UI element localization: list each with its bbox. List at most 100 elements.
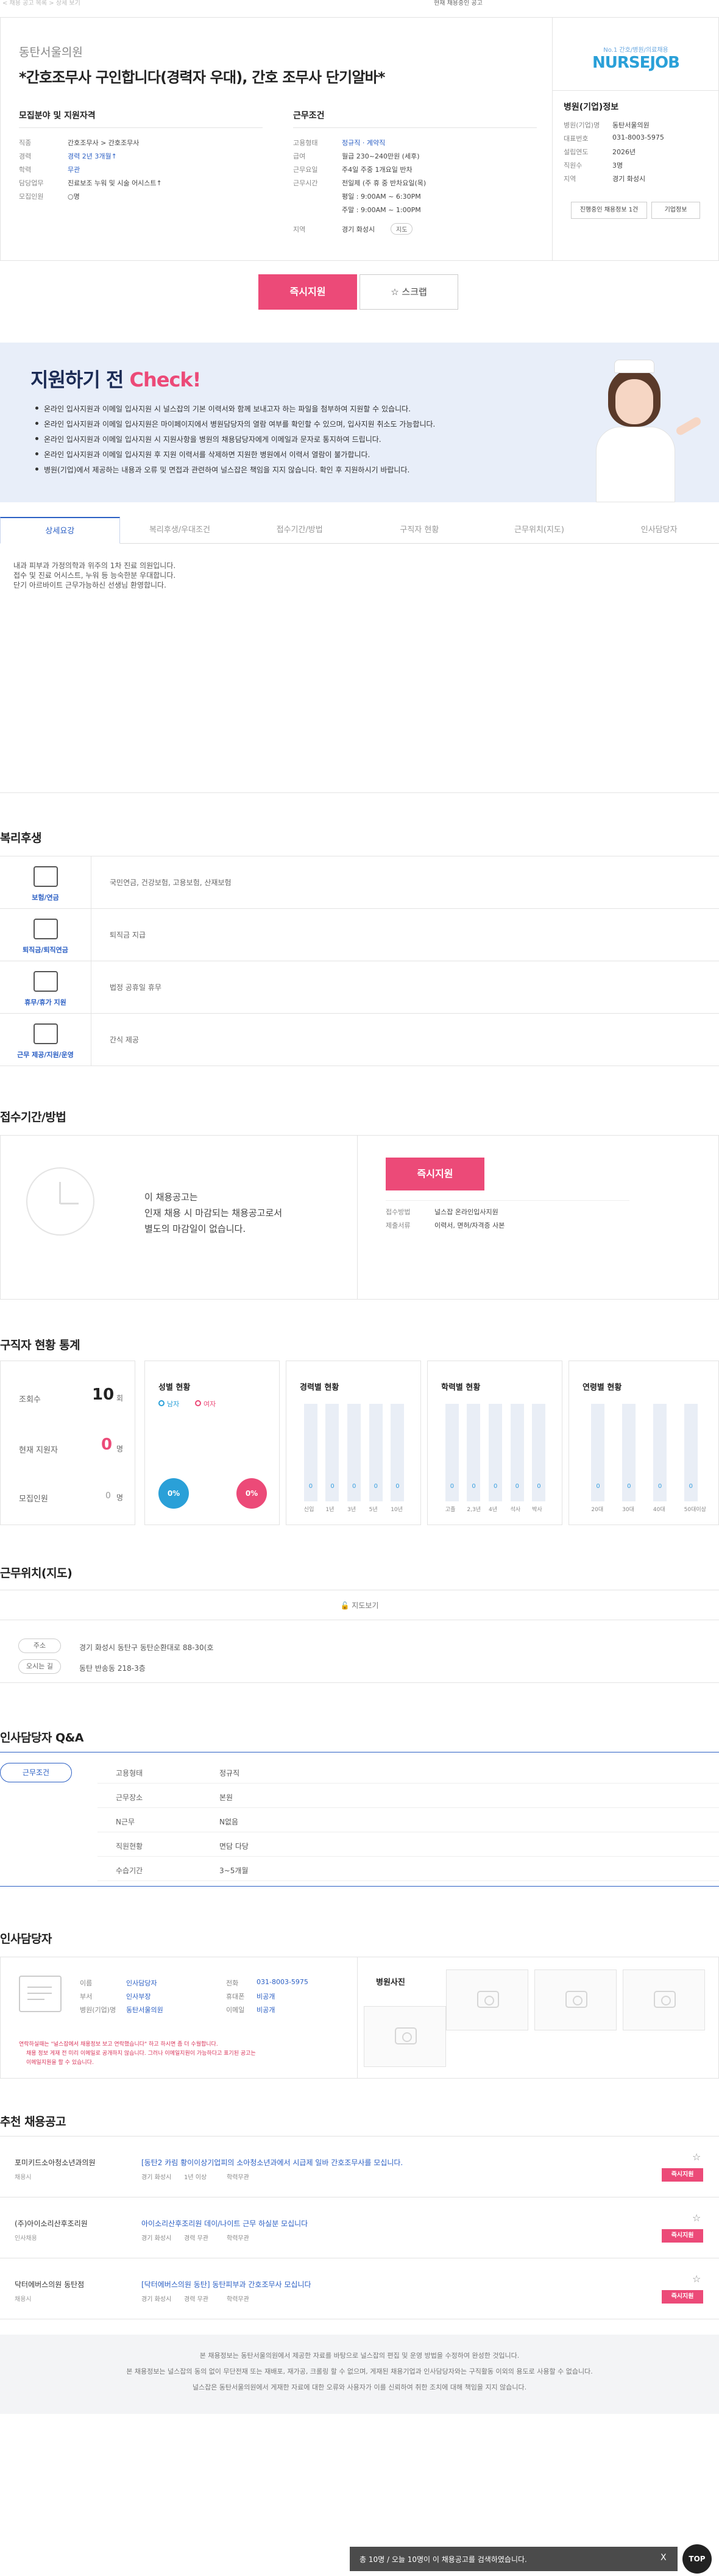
conditions-heading: 근무조건 bbox=[293, 109, 537, 128]
apply-button[interactable]: 즉시지원 bbox=[258, 274, 357, 310]
edu-stats: 학력별 현황 0 고졸 0 2,3년 0 4년 0 석사 0 박사 bbox=[427, 1361, 562, 1525]
star-icon[interactable]: ☆ bbox=[692, 2212, 701, 2224]
manager-row: 휴대폰 비공개 bbox=[226, 1990, 348, 2004]
manager-box: 이름 인사담당자 부서 인사부장 병원(기업)명 동탄서울의원 전화 031-8003-59… bbox=[0, 1957, 719, 2079]
recommend-type: 채용시 bbox=[15, 2174, 32, 2181]
photo-slot[interactable] bbox=[623, 1969, 705, 2030]
manager-value: 동탄서울의원 bbox=[126, 2006, 163, 2014]
map-toggle[interactable]: 🔓 지도보기 bbox=[0, 1590, 719, 1620]
hospital-name[interactable]: 동탄서울의원 bbox=[19, 43, 83, 60]
stat-value: 0 bbox=[515, 1483, 519, 1490]
tab-6[interactable]: 인사담당자 bbox=[599, 517, 719, 544]
recruit-key: 학력 bbox=[19, 166, 32, 174]
welfare-icon-cell: 근무 제공/지원/운영 bbox=[0, 1014, 91, 1066]
recruit-value: 무관 bbox=[68, 166, 80, 174]
condition-value: 전일제 (주 휴 중 반차요일(목) bbox=[342, 179, 427, 187]
tab-5[interactable]: 근무위치(지도) bbox=[479, 517, 600, 544]
qa-row: 고용형태 정규직 bbox=[97, 1760, 719, 1784]
welfare-text: 간식 제공 bbox=[110, 1036, 139, 1044]
scrap-button[interactable]: ☆ 스크랩 bbox=[360, 274, 458, 310]
tab-4[interactable]: 구직자 현황 bbox=[360, 517, 480, 544]
tab-1[interactable]: 상세요강 bbox=[0, 517, 120, 544]
period-apply-button[interactable]: 즉시지원 bbox=[386, 1158, 484, 1190]
check-item: 온라인 입사지원과 이메일 입사지원 시 지원사항을 병원의 채용담당자에게 이… bbox=[35, 434, 584, 449]
welfare-icon-cell: 보험/연금 bbox=[0, 856, 91, 909]
breadcrumb[interactable]: < 채용 공고 목록 > 상세 보기 bbox=[2, 0, 80, 7]
top-strip: < 채용 공고 목록 > 상세 보기 현재 채용중인 공고 bbox=[0, 0, 719, 7]
stat-label: 5년 bbox=[369, 1507, 378, 1513]
check-item-text: 병원(기업)에서 제공하는 내용과 오류 및 면접과 관련하여 널스잡은 책임을… bbox=[44, 466, 410, 474]
stats-counters: 조회수 10 회 현재 지원자 0 명 모집인원 0 명 bbox=[0, 1361, 135, 1525]
recruit-value: ○명 bbox=[68, 193, 80, 201]
recruit-unit: 명 bbox=[116, 1493, 124, 1502]
recruit-key: 직종 bbox=[19, 139, 32, 147]
manager-key: 전화 bbox=[226, 1979, 239, 1987]
recommend-apply-button[interactable]: 즉시지원 bbox=[662, 2290, 703, 2304]
clock-icon bbox=[26, 1167, 94, 1236]
divider bbox=[0, 792, 719, 793]
applicants-label: 현재 지원자 bbox=[19, 1446, 58, 1455]
female-dot-icon bbox=[195, 1400, 201, 1406]
career-stats: 경력별 현황 0 신입 0 1년 0 3년 0 5년 0 10년 bbox=[286, 1361, 421, 1525]
welfare-row: 휴무/휴가 지원 법정 공휴일 휴무 bbox=[0, 961, 719, 1014]
star-icon[interactable]: ☆ bbox=[692, 2273, 701, 2285]
welfare-icon-cell: 퇴직금/퇴직연금 bbox=[0, 909, 91, 961]
qa-key: 근무장소 bbox=[116, 1793, 143, 1802]
close-icon[interactable]: X bbox=[661, 2553, 667, 2563]
tab-2[interactable]: 복리후생/우대조건 bbox=[119, 517, 240, 544]
company-info-button[interactable]: 기업정보 bbox=[651, 202, 700, 219]
jobs-in-progress-button[interactable]: 진행중인 채용정보 1건 bbox=[571, 202, 647, 219]
recruit-row: 학력 무관 bbox=[19, 163, 263, 177]
recommend-meta: 경기 화성시 bbox=[141, 2235, 172, 2242]
map-view-button[interactable]: 🔓 지도보기 bbox=[341, 1600, 379, 1610]
stat-label: 박사 bbox=[532, 1507, 542, 1513]
recommend-title[interactable]: [동탄2 카림 황이이상기업피의 소아청소년과에서 시급제 일바 간호조무사를 … bbox=[141, 2157, 403, 2168]
gender-stats: 성별 현황 남자 여자 0% 0% bbox=[144, 1361, 280, 1525]
camera-icon bbox=[477, 1991, 499, 2008]
stat-label: 30대 bbox=[622, 1507, 634, 1513]
photo-slot[interactable] bbox=[446, 1969, 528, 2030]
welfare-icon bbox=[33, 919, 58, 939]
condition-key: 근무시간 bbox=[293, 179, 318, 187]
recommend-org[interactable]: 포미키드소아청소년과의원 bbox=[15, 2157, 95, 2168]
map-view-label: 지도보기 bbox=[352, 1601, 379, 1610]
recommend-org[interactable]: (주)아이소리산후조리원 bbox=[15, 2218, 88, 2229]
info-value: 경기 화성시 bbox=[612, 175, 646, 183]
check-item: 온라인 입사지원과 이메일 입사지원은 마이페이지에서 병원담당자의 열람 여부… bbox=[35, 419, 584, 434]
stat-label: 10년 bbox=[391, 1507, 403, 1513]
photo-slot[interactable] bbox=[534, 1969, 617, 2030]
recommend-type: 채용시 bbox=[15, 2296, 32, 2303]
manager-key: 부서 bbox=[80, 1993, 93, 2001]
period-key: 제출서류 bbox=[386, 1222, 411, 1229]
welfare-row: 퇴직금/퇴직연금 퇴직금 지급 bbox=[0, 909, 719, 961]
welfare-icon bbox=[33, 971, 58, 992]
map-button[interactable]: 지도 bbox=[391, 223, 413, 235]
photo-slot[interactable] bbox=[364, 2006, 446, 2067]
photo-title: 병원사진 bbox=[376, 1978, 405, 1987]
hospital-info-row: 지역 경기 화성시 bbox=[564, 173, 710, 186]
recommend-apply-button[interactable]: 즉시지원 bbox=[662, 2168, 703, 2182]
scroll-top-button[interactable]: TOP bbox=[682, 2544, 712, 2574]
tab-3[interactable]: 접수기간/방법 bbox=[239, 517, 360, 544]
check-title: 지원하기 전 Check! bbox=[30, 365, 201, 393]
hospital-logo: No.1 간호/병원/의료채용 NURSEJOB bbox=[553, 18, 719, 91]
recommend-title[interactable]: [닥터에버스의원 동탄] 동탄피부과 간호조무사 모십니다 bbox=[141, 2279, 311, 2290]
stat-value: 0 bbox=[494, 1483, 498, 1490]
manager-key: 병원(기업)명 bbox=[80, 2006, 116, 2014]
star-icon[interactable]: ☆ bbox=[692, 2151, 701, 2163]
views-count: 10 bbox=[92, 1386, 115, 1404]
info-key: 지역 bbox=[564, 175, 576, 183]
qa-value: N없음 bbox=[219, 1818, 239, 1826]
check-item-text: 온라인 입사지원과 이메일 입사지원 후 지원 이력서를 삭제하면 지원한 병원… bbox=[44, 450, 370, 459]
recommend-apply-button[interactable]: 즉시지원 bbox=[662, 2229, 703, 2243]
lock-icon: 🔓 bbox=[340, 1601, 350, 1610]
stat-value: 0 bbox=[395, 1483, 400, 1490]
info-key: 직원수 bbox=[564, 162, 583, 169]
logo-wordmark: NURSEJOB bbox=[592, 54, 680, 72]
manager-warning-line: 이메일지원을 할 수 있습니다. bbox=[26, 2060, 94, 2066]
recommend-org[interactable]: 닥터에버스의원 동탄점 bbox=[15, 2279, 84, 2290]
age-title: 연령별 현황 bbox=[583, 1383, 622, 1392]
condition-row: 급여 월급 230~240만원 (세후) bbox=[293, 150, 537, 163]
recommend-title[interactable]: 아이소리산후조리원 데이/나이트 근무 하실분 모십니다 bbox=[141, 2218, 308, 2229]
stat-value: 0 bbox=[352, 1483, 356, 1490]
